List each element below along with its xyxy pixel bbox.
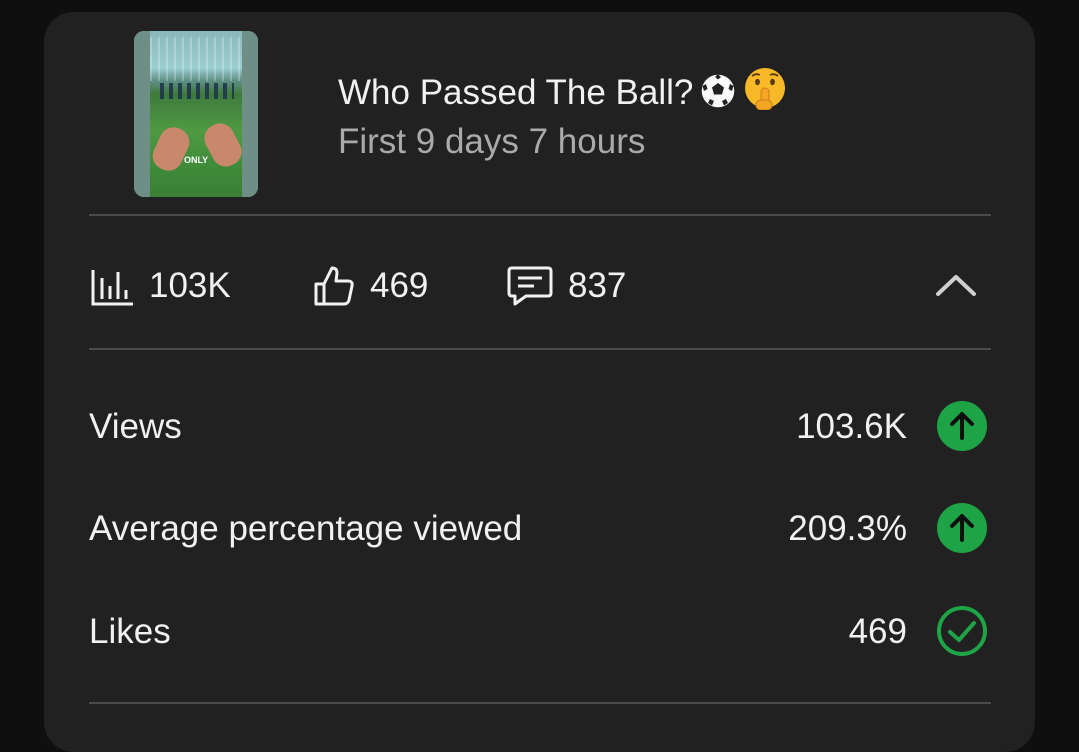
video-stats-card: ONLY Who Passed The Ball? First 9 days 7… <box>44 12 1035 752</box>
bar-chart-icon <box>91 270 133 306</box>
thumbnail-frame-left <box>134 31 150 197</box>
metric-value-avg-percentage: 209.3% <box>788 509 907 548</box>
thumbnail-net <box>150 37 242 81</box>
metric-value-likes: 469 <box>848 612 907 651</box>
likes-summary[interactable]: 469 <box>312 264 428 308</box>
metric-label-views: Views <box>89 407 182 446</box>
thumbs-up-icon <box>314 266 354 306</box>
soccer-ball-icon <box>699 72 737 119</box>
comment-icon <box>507 266 553 306</box>
thumbnail-caption: ONLY <box>184 155 209 165</box>
likes-summary-value: 469 <box>370 266 429 305</box>
up-arrow-icon <box>937 401 987 451</box>
metric-value-views: 103.6K <box>796 407 907 446</box>
shushing-face-icon <box>743 66 787 119</box>
video-thumbnail[interactable]: ONLY <box>134 31 258 197</box>
check-icon <box>937 606 987 656</box>
video-title-row[interactable]: Who Passed The Ball? <box>338 66 787 119</box>
metric-label-likes: Likes <box>89 612 171 651</box>
views-summary-value: 103K <box>149 266 231 305</box>
thumbnail-players <box>160 83 234 99</box>
video-title: Who Passed The Ball? <box>338 73 694 112</box>
video-period: First 9 days 7 hours <box>338 122 646 161</box>
divider-top <box>89 214 991 216</box>
thumbnail-foot-left <box>148 122 194 176</box>
views-summary[interactable]: 103K <box>89 264 231 308</box>
up-arrow-icon <box>937 503 987 553</box>
divider-middle <box>89 348 991 350</box>
chevron-up-icon[interactable] <box>934 270 978 300</box>
comments-summary[interactable]: 837 <box>506 264 626 308</box>
metric-label-avg-percentage: Average percentage viewed <box>89 509 523 548</box>
comments-summary-value: 837 <box>568 266 627 305</box>
divider-bottom <box>89 702 991 704</box>
thumbnail-frame-right <box>242 31 258 197</box>
